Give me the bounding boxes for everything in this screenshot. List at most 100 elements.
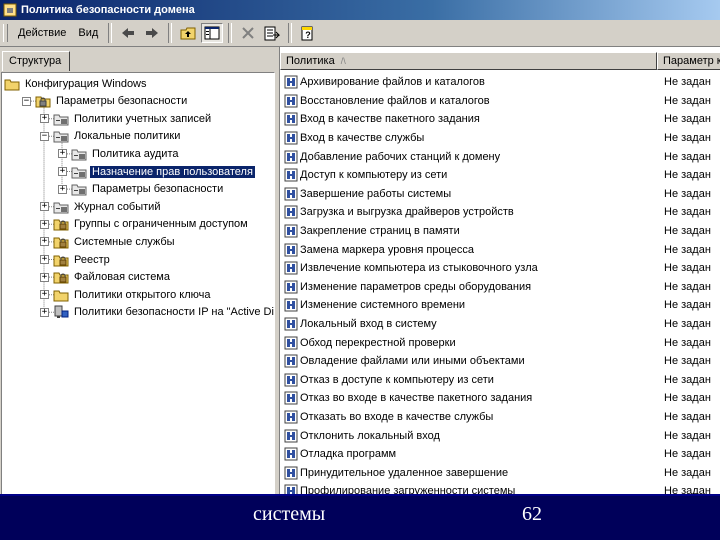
tree-node[interactable]: + Параметры безопасности bbox=[58, 181, 225, 198]
policy-setting: Не задан bbox=[664, 373, 711, 386]
column-header-setting-label: Параметр ко bbox=[663, 55, 720, 67]
back-arrow-icon bbox=[122, 28, 135, 38]
policy-name: Отказать во входе в качестве службы bbox=[300, 411, 494, 424]
policy-name: Восстановление файлов и каталогов bbox=[300, 94, 490, 107]
table-row[interactable]: Доступ к компьютеру из сети Не задан bbox=[280, 166, 720, 185]
policy-setting: Не задан bbox=[664, 187, 711, 200]
tree-node[interactable]: + Группы с ограниченным доступом bbox=[40, 216, 250, 233]
tree-node[interactable]: + Политики безопасности IP на "Active Dir… bbox=[40, 304, 274, 321]
table-row[interactable]: Загрузка и выгрузка драйверов устройств Н… bbox=[280, 203, 720, 222]
tree-node[interactable]: + Политики открытого ключа bbox=[40, 286, 212, 303]
policy-item-icon bbox=[284, 373, 298, 387]
expand-icon[interactable]: + bbox=[58, 184, 67, 194]
table-row[interactable]: Отказ в доступе к компьютеру из сети Не з… bbox=[280, 371, 720, 390]
expand-icon[interactable]: + bbox=[40, 219, 49, 229]
table-row[interactable]: Закрепление страниц в памяти Не задан bbox=[280, 222, 720, 241]
table-row[interactable]: Отклонить локальный вход Не задан bbox=[280, 426, 720, 445]
policy-cell: Вход в качестве службы bbox=[284, 131, 424, 145]
tree-node[interactable]: + Реестр bbox=[40, 251, 112, 268]
table-row[interactable]: Изменение параметров среды оборудования Н… bbox=[280, 278, 720, 297]
tree-node[interactable]: + Файловая система bbox=[40, 269, 172, 286]
policy-name: Отладка программ bbox=[300, 448, 397, 461]
delete-button[interactable] bbox=[237, 23, 259, 43]
table-row[interactable]: Вход в качестве службы Не задан bbox=[280, 129, 720, 148]
restricted-groups-icon bbox=[53, 237, 69, 249]
window-title-bar[interactable]: Политика безопасности домена bbox=[0, 0, 720, 20]
table-row[interactable]: Архивирование файлов и каталогов Не задан bbox=[280, 73, 720, 92]
policy-item-icon bbox=[284, 484, 298, 494]
policy-item-icon bbox=[284, 131, 298, 145]
console-tree[interactable]: Конфигурация Windows − Параметры безопасно… bbox=[1, 72, 275, 496]
expand-icon[interactable]: + bbox=[40, 202, 49, 212]
toolbar-grip[interactable] bbox=[3, 24, 8, 42]
table-row[interactable]: Овладение файлами или иными объектами Не … bbox=[280, 352, 720, 371]
tree-node[interactable]: + Политика аудита bbox=[58, 145, 180, 162]
expand-icon[interactable]: + bbox=[58, 149, 67, 159]
forward-button[interactable] bbox=[141, 23, 163, 43]
forward-arrow-icon bbox=[146, 28, 159, 38]
menu-action[interactable]: Действие bbox=[12, 23, 72, 43]
column-header-setting[interactable]: Параметр ко bbox=[657, 52, 720, 70]
tree-node[interactable]: + Системные службы bbox=[40, 233, 177, 250]
folder-icon bbox=[4, 79, 20, 90]
tree-node[interactable]: − Локальные политики bbox=[40, 128, 182, 145]
show-hide-tree-button[interactable] bbox=[201, 23, 224, 43]
tree-node[interactable]: + Назначение прав пользователя bbox=[58, 163, 256, 180]
table-row[interactable]: Отказать во входе в качестве службы Не за… bbox=[280, 408, 720, 427]
up-level-button[interactable] bbox=[177, 23, 199, 43]
expand-icon[interactable]: + bbox=[40, 307, 49, 317]
delete-icon bbox=[242, 27, 254, 39]
collapse-icon[interactable]: − bbox=[40, 131, 49, 141]
table-row[interactable]: Завершение работы системы Не задан bbox=[280, 185, 720, 204]
table-row[interactable]: Восстановление файлов и каталогов Не зада… bbox=[280, 92, 720, 111]
table-row[interactable]: Изменение системного времени Не задан bbox=[280, 296, 720, 315]
tab-structure[interactable]: Структура bbox=[2, 51, 70, 71]
back-button[interactable] bbox=[117, 23, 139, 43]
help-button[interactable]: ? bbox=[297, 23, 319, 43]
expand-icon[interactable]: + bbox=[40, 237, 49, 247]
policy-setting: Не задан bbox=[664, 355, 711, 368]
expand-icon[interactable]: + bbox=[40, 272, 49, 282]
expand-icon[interactable]: + bbox=[58, 167, 67, 176]
policy-item-icon bbox=[284, 261, 298, 275]
table-row[interactable]: Отладка программ Не задан bbox=[280, 445, 720, 464]
policy-folder-icon bbox=[71, 149, 87, 161]
console-tree-pane: Структура Конфигурация Windows − Параметры… bbox=[0, 47, 275, 496]
table-row[interactable]: Замена маркера уровня процесса Не задан bbox=[280, 240, 720, 259]
table-row[interactable]: Локальный вход в систему Не задан bbox=[280, 315, 720, 334]
table-row[interactable]: Обход перекрестной проверки Не задан bbox=[280, 333, 720, 352]
table-row[interactable]: Отказ во входе в качестве пакетного зада… bbox=[280, 389, 720, 408]
policy-item-icon bbox=[284, 447, 298, 461]
collapse-icon[interactable]: − bbox=[22, 96, 31, 106]
tree-node-label: Конфигурация Windows bbox=[25, 77, 147, 90]
policy-name: Изменение системного времени bbox=[300, 299, 466, 312]
tree-node[interactable]: Конфигурация Windows bbox=[4, 75, 149, 92]
policy-setting: Не задан bbox=[664, 132, 711, 145]
column-header-policy-label: Политика bbox=[286, 55, 335, 67]
expand-icon[interactable]: + bbox=[40, 255, 49, 264]
tree-node-label: Локальные политики bbox=[74, 130, 181, 143]
expand-icon[interactable]: + bbox=[40, 290, 49, 300]
column-header-policy[interactable]: Политика /\ bbox=[280, 52, 657, 70]
policy-folder-icon bbox=[53, 202, 69, 214]
tree-node[interactable]: + Политики учетных записей bbox=[40, 110, 213, 127]
table-row[interactable]: Извлечение компьютера из стыковочного уз… bbox=[280, 259, 720, 278]
export-list-button[interactable] bbox=[261, 23, 283, 43]
tree-node-label: Файловая система bbox=[74, 271, 170, 284]
menu-view[interactable]: Вид bbox=[72, 23, 104, 43]
table-row[interactable]: Добавление рабочих станций к домену Не за… bbox=[280, 147, 720, 166]
policy-folder-icon bbox=[71, 184, 87, 196]
policy-item-icon bbox=[284, 94, 298, 108]
table-row[interactable]: Профилирование загруженности системы Не з… bbox=[280, 482, 720, 494]
policy-setting: Не задан bbox=[664, 299, 711, 312]
policy-folder-icon bbox=[71, 167, 87, 178]
expand-icon[interactable]: + bbox=[40, 114, 49, 124]
toolbar-separator bbox=[288, 23, 293, 43]
table-row[interactable]: Вход в качестве пакетного задания Не зада… bbox=[280, 110, 720, 129]
table-row[interactable]: Принудительное удаленное завершение Не за… bbox=[280, 464, 720, 483]
policy-cell: Принудительное удаленное завершение bbox=[284, 466, 508, 480]
tree-node[interactable]: + Журнал событий bbox=[40, 198, 162, 215]
toolbar-separator bbox=[168, 23, 173, 43]
policy-cell: Отказ во входе в качестве пакетного зада… bbox=[284, 391, 532, 405]
tree-node[interactable]: − Параметры безопасности bbox=[22, 93, 189, 110]
